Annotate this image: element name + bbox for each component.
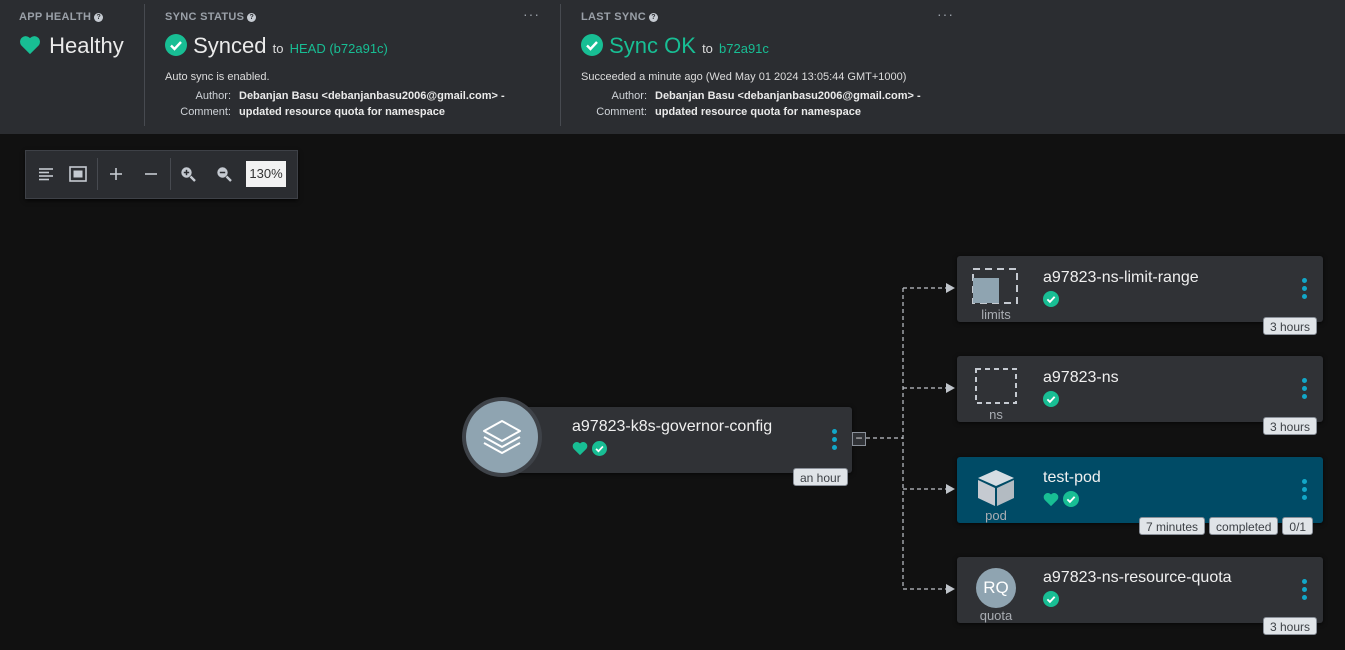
resource-node-quota[interactable]: RQ quota a97823-ns-resource-quota: [957, 557, 1323, 623]
age-badge: 3 hours: [1263, 617, 1318, 635]
app-icon: [462, 397, 542, 477]
last-sync-revision-link[interactable]: b72a91c: [719, 41, 769, 56]
ready-count-badge: 0/1: [1282, 517, 1314, 535]
root-app-node[interactable]: a97823-k8s-governor-config: [505, 407, 852, 473]
comment-row: Comment: updated resource quota for names…: [165, 106, 445, 118]
help-icon[interactable]: ?: [247, 13, 257, 22]
comment-value: updated resource quota for namespace: [655, 106, 861, 118]
heart-icon: [1043, 493, 1059, 507]
check-circle-icon: [165, 34, 187, 56]
heart-icon: [572, 442, 588, 456]
author-label: Author:: [611, 90, 647, 102]
node-kind-label: quota: [979, 608, 1013, 623]
author-value: Debanjan Basu <debanjanbasu2006@gmail.co…: [655, 90, 921, 102]
check-circle-icon: [1043, 591, 1059, 607]
graph-toolbar: 130%: [25, 150, 298, 199]
sync-status-title: SYNC STATUS?: [165, 11, 257, 23]
sync-status-section: SYNC STATUS? ··· Synced to HEAD (b72a91c…: [145, 0, 560, 126]
check-circle-icon: [1043, 291, 1059, 307]
resource-node-limit-range[interactable]: limits a97823-ns-limit-range: [957, 256, 1323, 322]
node-title: a97823-ns-resource-quota: [1043, 569, 1232, 586]
node-kind-label: limits: [981, 307, 1011, 322]
app-health-section: APP HEALTH? Healthy: [0, 0, 144, 126]
age-badge: 7 minutes: [1139, 517, 1206, 535]
to-label: to: [272, 41, 284, 56]
last-sync-title: LAST SYNC?: [581, 11, 659, 23]
node-menu-icon[interactable]: [1302, 479, 1308, 503]
node-kind-label: pod: [985, 508, 1007, 523]
to-label: to: [702, 41, 713, 56]
node-title: a97823-ns-limit-range: [1043, 269, 1199, 286]
divider: [97, 158, 98, 190]
author-row: Author: Debanjan Basu <debanjanbasu2006@g…: [165, 90, 505, 102]
help-icon[interactable]: ?: [649, 13, 659, 22]
check-circle-icon: [592, 441, 608, 456]
status-panel: APP HEALTH? Healthy SYNC STATUS? ··· Syn…: [0, 0, 1345, 134]
node-status-icons: [572, 441, 608, 461]
more-options-icon[interactable]: ···: [937, 7, 954, 21]
layers-icon: [483, 420, 521, 454]
node-status-icons: [1043, 491, 1080, 512]
pod-state-badge: completed: [1209, 517, 1279, 535]
heart-icon: [20, 36, 40, 55]
collapse-children-button[interactable]: −: [852, 432, 866, 446]
sync-status-value: Synced: [193, 33, 267, 58]
node-menu-icon[interactable]: [1302, 278, 1308, 302]
age-badge: 3 hours: [1263, 317, 1318, 335]
node-title: a97823-ns: [1043, 369, 1119, 386]
succeeded-text: Succeeded a minute ago (Wed May 01 2024 …: [581, 71, 907, 83]
quota-icon: RQ: [976, 568, 1016, 608]
comment-value: updated resource quota for namespace: [239, 106, 445, 118]
node-title: test-pod: [1043, 469, 1101, 486]
zoom-level-input[interactable]: 130%: [246, 161, 286, 187]
fit-screen-icon[interactable]: [66, 162, 90, 186]
more-options-icon[interactable]: ···: [523, 7, 540, 21]
node-title: a97823-k8s-governor-config: [572, 418, 773, 435]
divider: [170, 158, 171, 190]
comment-label: Comment:: [180, 106, 231, 118]
last-sync-line: Sync OK to b72a91c: [581, 33, 769, 59]
author-row: Author: Debanjan Basu <debanjanbasu2006@g…: [581, 90, 921, 102]
app-health-value: Healthy: [49, 33, 124, 58]
last-sync-section: LAST SYNC? ··· Sync OK to b72a91c Succee…: [561, 0, 961, 126]
sync-status-line: Synced to HEAD (b72a91c): [165, 33, 388, 59]
node-menu-icon[interactable]: [832, 429, 838, 453]
last-sync-value: Sync OK: [609, 33, 696, 58]
age-badge: an hour: [793, 468, 848, 486]
node-status-icons: [1043, 591, 1059, 612]
app-health-status: Healthy: [19, 33, 124, 59]
collapse-icon[interactable]: [139, 162, 163, 186]
age-badge: 3 hours: [1263, 417, 1318, 435]
auto-sync-text: Auto sync is enabled.: [165, 71, 270, 83]
sync-revision-link[interactable]: HEAD (b72a91c): [290, 41, 388, 56]
help-icon[interactable]: ?: [94, 13, 104, 22]
align-left-icon[interactable]: [34, 162, 58, 186]
zoom-in-icon[interactable]: [176, 162, 200, 186]
resource-node-namespace[interactable]: ns a97823-ns: [957, 356, 1323, 422]
comment-label: Comment:: [596, 106, 647, 118]
limits-icon: [972, 268, 1018, 304]
app-health-title: APP HEALTH?: [19, 11, 104, 23]
check-circle-icon: [1043, 391, 1059, 407]
comment-row: Comment: updated resource quota for names…: [581, 106, 861, 118]
expand-icon[interactable]: [104, 162, 128, 186]
author-label: Author:: [195, 90, 231, 102]
check-circle-icon: [1063, 491, 1080, 507]
namespace-icon: [975, 368, 1017, 404]
node-menu-icon[interactable]: [1302, 579, 1308, 603]
node-menu-icon[interactable]: [1302, 378, 1308, 402]
resource-node-pod[interactable]: pod test-pod: [957, 457, 1323, 523]
node-status-icons: [1043, 391, 1059, 412]
pod-badges: 7 minutes completed 0/1: [1139, 517, 1314, 535]
zoom-out-icon[interactable]: [212, 162, 236, 186]
node-kind-label: ns: [989, 407, 1003, 422]
node-status-icons: [1043, 291, 1059, 312]
author-value: Debanjan Basu <debanjanbasu2006@gmail.co…: [239, 90, 505, 102]
check-circle-icon: [581, 34, 603, 56]
cube-icon: [978, 470, 1014, 506]
